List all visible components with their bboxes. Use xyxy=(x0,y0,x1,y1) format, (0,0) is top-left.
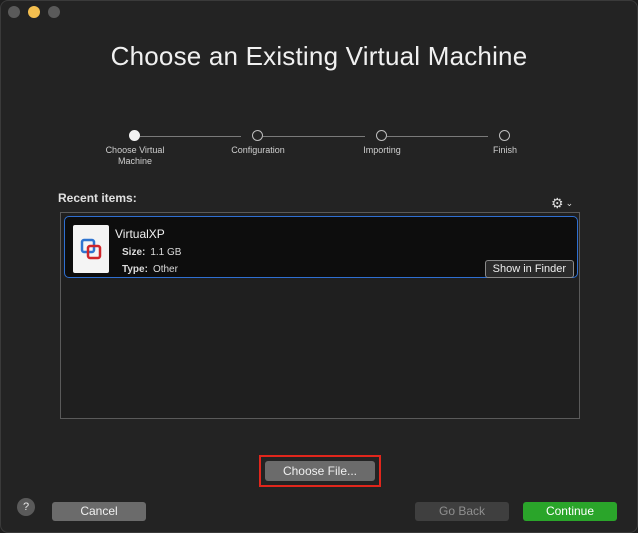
step-connector xyxy=(140,136,241,137)
step-label-choose: Choose Virtual Machine xyxy=(105,145,165,166)
step-connector xyxy=(387,136,488,137)
type-value: Other xyxy=(152,264,178,275)
recent-items-label: Recent items: xyxy=(58,191,137,205)
step-dot-importing xyxy=(376,130,387,141)
help-button[interactable]: ? xyxy=(17,498,35,516)
go-back-button[interactable]: Go Back xyxy=(415,502,509,521)
size-value: 1.1 GB xyxy=(150,247,182,258)
page-title: Choose an Existing Virtual Machine xyxy=(110,41,528,71)
zoom-window-button[interactable] xyxy=(48,6,60,18)
vmware-icon xyxy=(73,225,109,273)
close-window-button[interactable] xyxy=(8,6,20,18)
list-item[interactable]: VirtualXP Size: 1.1 GB Type: Other Show in… xyxy=(64,216,578,278)
step-dot-choose xyxy=(129,130,140,141)
recent-items-list: VirtualXP Size: 1.1 GB Type: Other Show in… xyxy=(60,212,580,419)
progress-stepper: Choose Virtual Machine Configuration Imp… xyxy=(1,129,637,169)
vm-size-row: Size: 1.1 GB xyxy=(122,247,181,258)
continue-button[interactable]: Continue xyxy=(523,502,617,521)
type-label: Type: xyxy=(122,264,148,275)
settings-menu-button[interactable]: ⚙ ⌄ xyxy=(551,195,573,212)
step-connector xyxy=(263,136,365,137)
cancel-button[interactable]: Cancel xyxy=(52,502,146,521)
step-label-configuration: Configuration xyxy=(231,145,285,155)
vm-type-row: Type: Other xyxy=(122,264,178,275)
step-dot-configuration xyxy=(252,130,263,141)
step-label-importing: Importing xyxy=(363,145,401,155)
size-label: Size: xyxy=(122,247,146,258)
chevron-down-icon: ⌄ xyxy=(565,198,574,208)
step-label-finish: Finish xyxy=(492,145,517,155)
gear-icon: ⚙ xyxy=(551,195,564,211)
minimize-window-button[interactable] xyxy=(28,6,40,18)
choose-file-button[interactable]: Choose File... xyxy=(265,461,375,481)
import-vm-window: Choose an Existing Virtual Machine Choos… xyxy=(0,0,638,533)
show-in-finder-button[interactable]: Show in Finder xyxy=(484,260,574,278)
step-dot-finish xyxy=(499,130,510,141)
vm-name: VirtualXP xyxy=(115,227,165,241)
window-controls xyxy=(8,6,60,18)
